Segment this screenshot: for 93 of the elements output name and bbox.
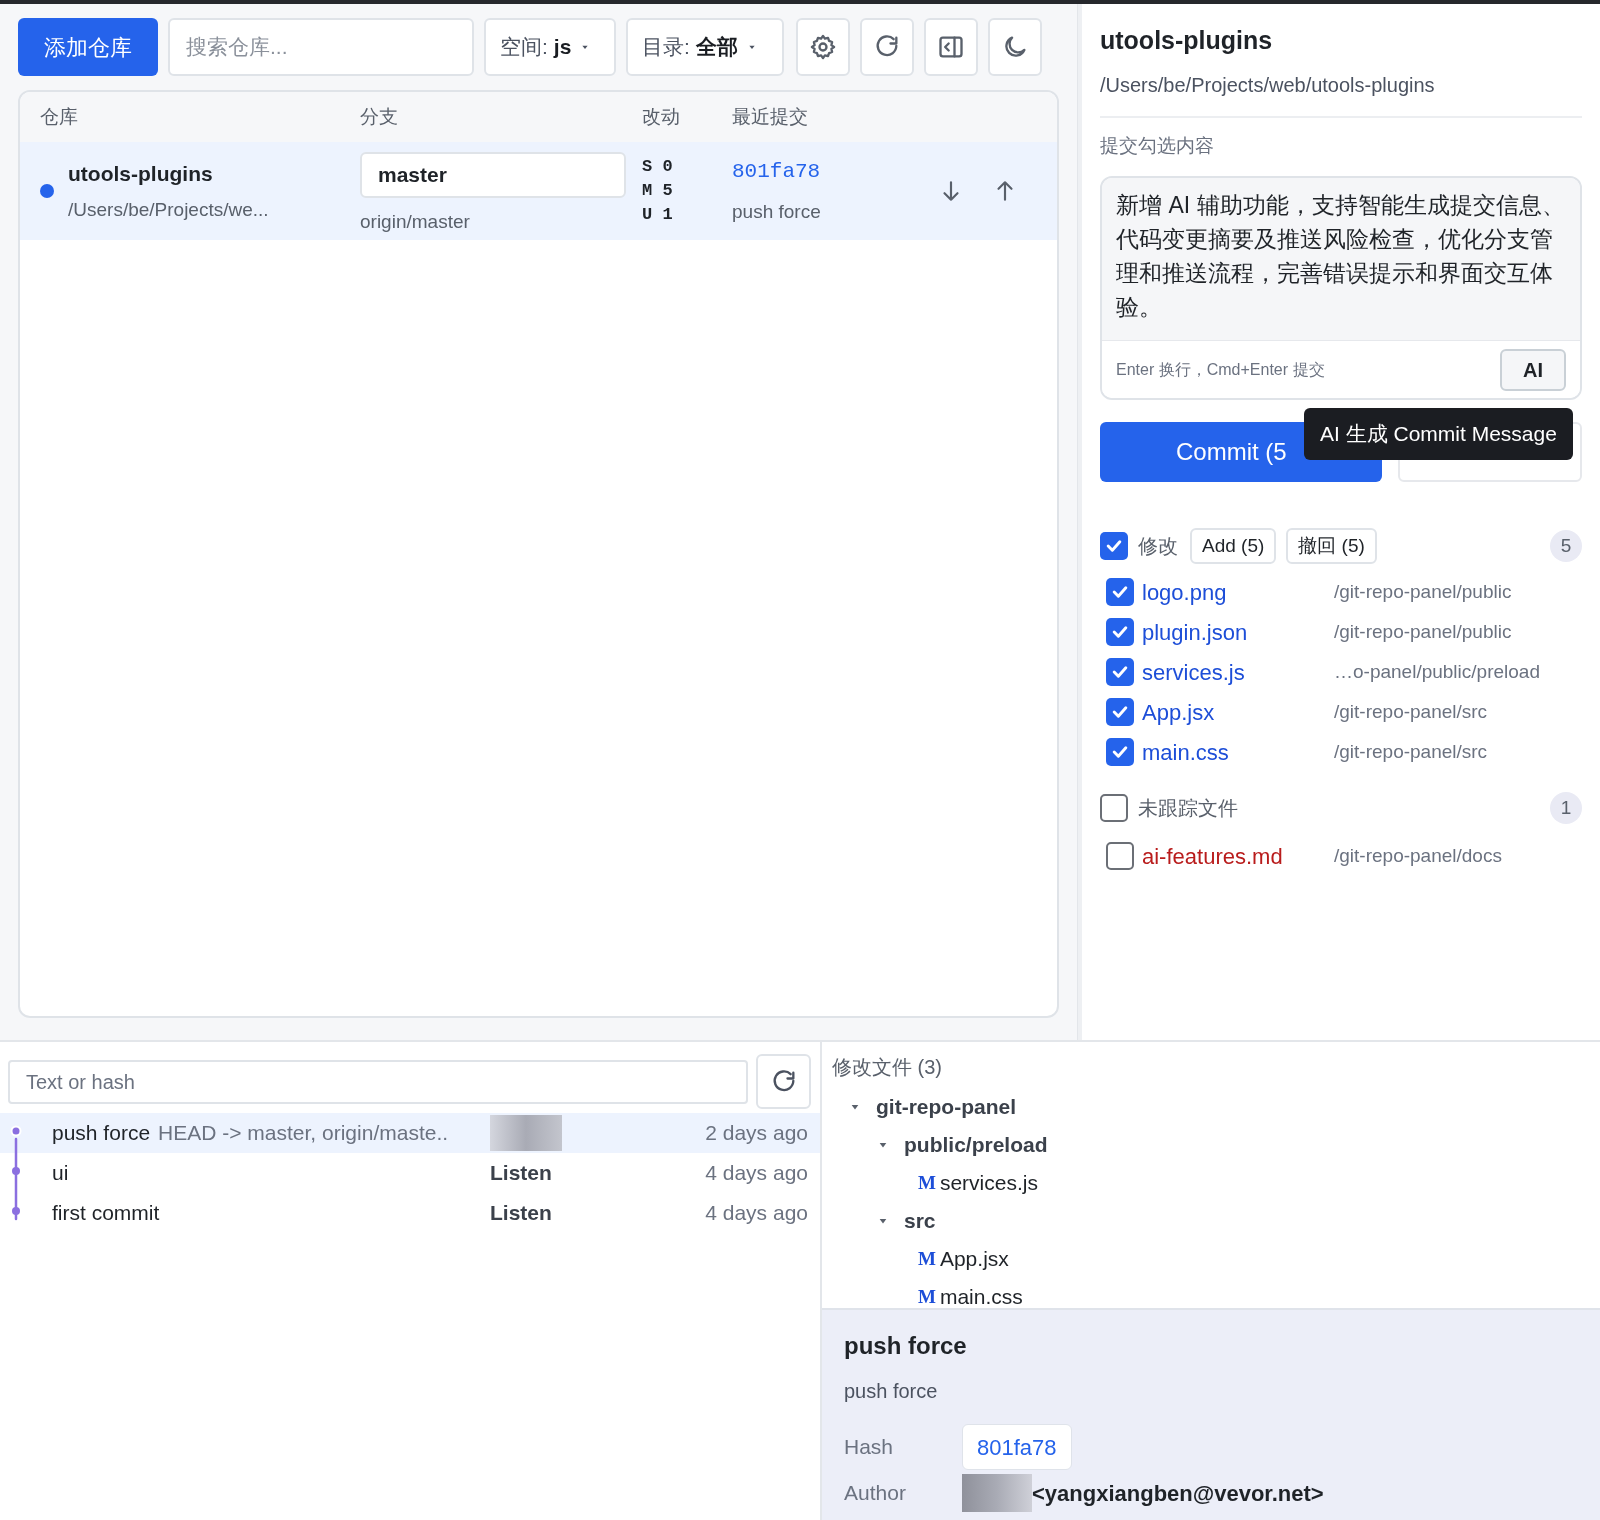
settings-icon <box>809 33 837 61</box>
checkbox[interactable] <box>1106 658 1134 686</box>
field-label: Hash <box>844 1434 895 1461</box>
commit-title: push force <box>844 1331 968 1361</box>
file-name[interactable]: main.css <box>1142 735 1334 769</box>
file-name[interactable]: App.jsx <box>939 1243 1009 1275</box>
file-name[interactable]: ai-features.md <box>1142 839 1334 873</box>
author-name: Listen <box>490 1160 553 1187</box>
checkbox[interactable] <box>1100 532 1128 560</box>
file-name[interactable]: logo.png <box>1142 575 1334 609</box>
commit-message-field[interactable]: 新增 AI 辅助功能，支持智能生成提交信息、代码变更摘要及推送风险检查，优化分支管理和推送流程，完善错误提示和界面交互体验。 Enter 换行，Cmd+Enter 提交 AI <box>1100 176 1582 400</box>
commit-time: 4 days ago <box>705 1160 808 1187</box>
commit-time: 4 days ago <box>705 1200 808 1227</box>
action-button[interactable]: 撤回 (5) <box>1286 528 1377 564</box>
redaction-mark <box>962 1474 1032 1512</box>
folder-name[interactable]: src <box>904 1205 936 1237</box>
change-count: M 5 <box>642 180 674 202</box>
column-header: 改动 <box>642 104 681 129</box>
filter-dropdown[interactable]: 目录: 全部 <box>626 18 784 76</box>
file-name[interactable]: App.jsx <box>1142 695 1334 729</box>
ref-labels: HEAD -> master, origin/maste.. <box>158 1120 449 1147</box>
commit-message: push force <box>52 1120 151 1147</box>
commit-time: 2 days ago <box>705 1120 808 1147</box>
commit-row[interactable]: ui Listen 4 days ago <box>0 1153 820 1193</box>
checkbox[interactable] <box>1106 698 1134 726</box>
status-letter: M <box>918 1284 936 1308</box>
file-directory: …o-panel/public/preload <box>1334 659 1540 684</box>
search-field[interactable]: 搜索仓库... <box>168 18 474 76</box>
commit-body: push force <box>844 1379 939 1404</box>
checkbox[interactable] <box>1100 794 1128 822</box>
author-name: Listen <box>490 1200 553 1227</box>
moon-button[interactable] <box>988 18 1042 76</box>
caret-icon <box>747 43 756 51</box>
change-count: U 1 <box>642 204 674 226</box>
sidebar-toggle-button[interactable] <box>924 18 978 76</box>
file-name[interactable]: plugin.json <box>1142 615 1334 649</box>
repo-path: /Users/be/Projects/web/utools-plugins <box>1100 72 1436 98</box>
column-header: 最近提交 <box>732 104 809 129</box>
repo-title: utools-plugins <box>1100 25 1274 56</box>
ai-button[interactable]: AI <box>1500 348 1566 391</box>
file-name[interactable]: services.js <box>939 1167 1038 1199</box>
refresh-button[interactable] <box>756 1054 811 1109</box>
folder-name[interactable]: git-repo-panel <box>876 1091 1016 1123</box>
commit-hash-link[interactable]: 801fa78 <box>732 156 932 188</box>
commit-hash-link[interactable]: 801fa78 <box>962 1424 1072 1470</box>
upstream-branch: origin/master <box>360 209 471 234</box>
file-directory: /git-repo-panel/src <box>1334 739 1488 764</box>
status-letter: M <box>918 1170 936 1195</box>
search-field[interactable]: Text or hash <box>8 1060 748 1104</box>
refresh-button[interactable] <box>860 18 914 76</box>
checkbox[interactable] <box>1106 618 1134 646</box>
column-header: 分支 <box>360 104 399 129</box>
commit-row[interactable]: first commit Listen 4 days ago <box>0 1193 820 1233</box>
author-email: <yangxiangben@vevor.net> <box>1032 1479 1324 1508</box>
branch-field[interactable]: master <box>360 151 626 198</box>
commit-row[interactable]: push force HEAD -> master, origin/maste.. 2 days ago <box>0 1113 820 1153</box>
count-badge: 1 <box>1550 792 1582 824</box>
checkbox[interactable] <box>1106 842 1134 870</box>
section-title: 修改文件 (3) <box>832 1055 943 1080</box>
repo-row[interactable]: utools-plugins /Users/be/Projects/we... master origin/master S 0 M 5 U 1 801fa78 push force <box>20 142 1057 240</box>
repo-path: /Users/be/Projects/we... <box>68 197 269 222</box>
count-badge: 5 <box>1550 530 1582 562</box>
add-repo-button[interactable]: 添加仓库 <box>18 18 158 76</box>
checkbox[interactable] <box>1106 738 1134 766</box>
status-letter: M <box>918 1246 936 1271</box>
change-count: S 0 <box>642 156 674 178</box>
checkbox[interactable] <box>1106 578 1134 606</box>
file-directory: /git-repo-panel/src <box>1334 699 1488 724</box>
folder-name[interactable]: public/preload <box>904 1129 1048 1161</box>
field-label: Author <box>844 1480 907 1507</box>
group-label: 修改 <box>1138 534 1178 559</box>
commit-message: first commit <box>52 1200 160 1227</box>
group-label: 未跟踪文件 <box>1138 796 1238 821</box>
caret-icon[interactable] <box>850 1102 860 1112</box>
file-directory: /git-repo-panel/public <box>1334 619 1512 644</box>
file-name[interactable]: services.js <box>1142 655 1334 689</box>
file-directory: /git-repo-panel/docs <box>1334 843 1502 868</box>
hint-text: Enter 换行，Cmd+Enter 提交 <box>1116 359 1325 380</box>
action-button[interactable]: Add (5) <box>1190 528 1277 564</box>
commit-message: ui <box>52 1160 69 1187</box>
tooltip: AI 生成 Commit Message <box>1304 408 1573 460</box>
caret-icon[interactable] <box>878 1140 888 1150</box>
caret-icon <box>581 43 590 51</box>
commit-message: push force <box>732 199 822 224</box>
filter-dropdown[interactable]: 空间: js <box>484 18 616 76</box>
repo-name: utools-plugins <box>68 161 214 187</box>
file-directory: /git-repo-panel/public <box>1334 579 1512 604</box>
redaction-mark <box>490 1115 562 1151</box>
caret-icon[interactable] <box>878 1216 888 1226</box>
column-header: 仓库 <box>40 104 79 129</box>
file-name[interactable]: main.css <box>939 1281 1023 1308</box>
section-label: 提交勾选内容 <box>1100 133 1215 158</box>
settings-button[interactable] <box>796 18 850 76</box>
